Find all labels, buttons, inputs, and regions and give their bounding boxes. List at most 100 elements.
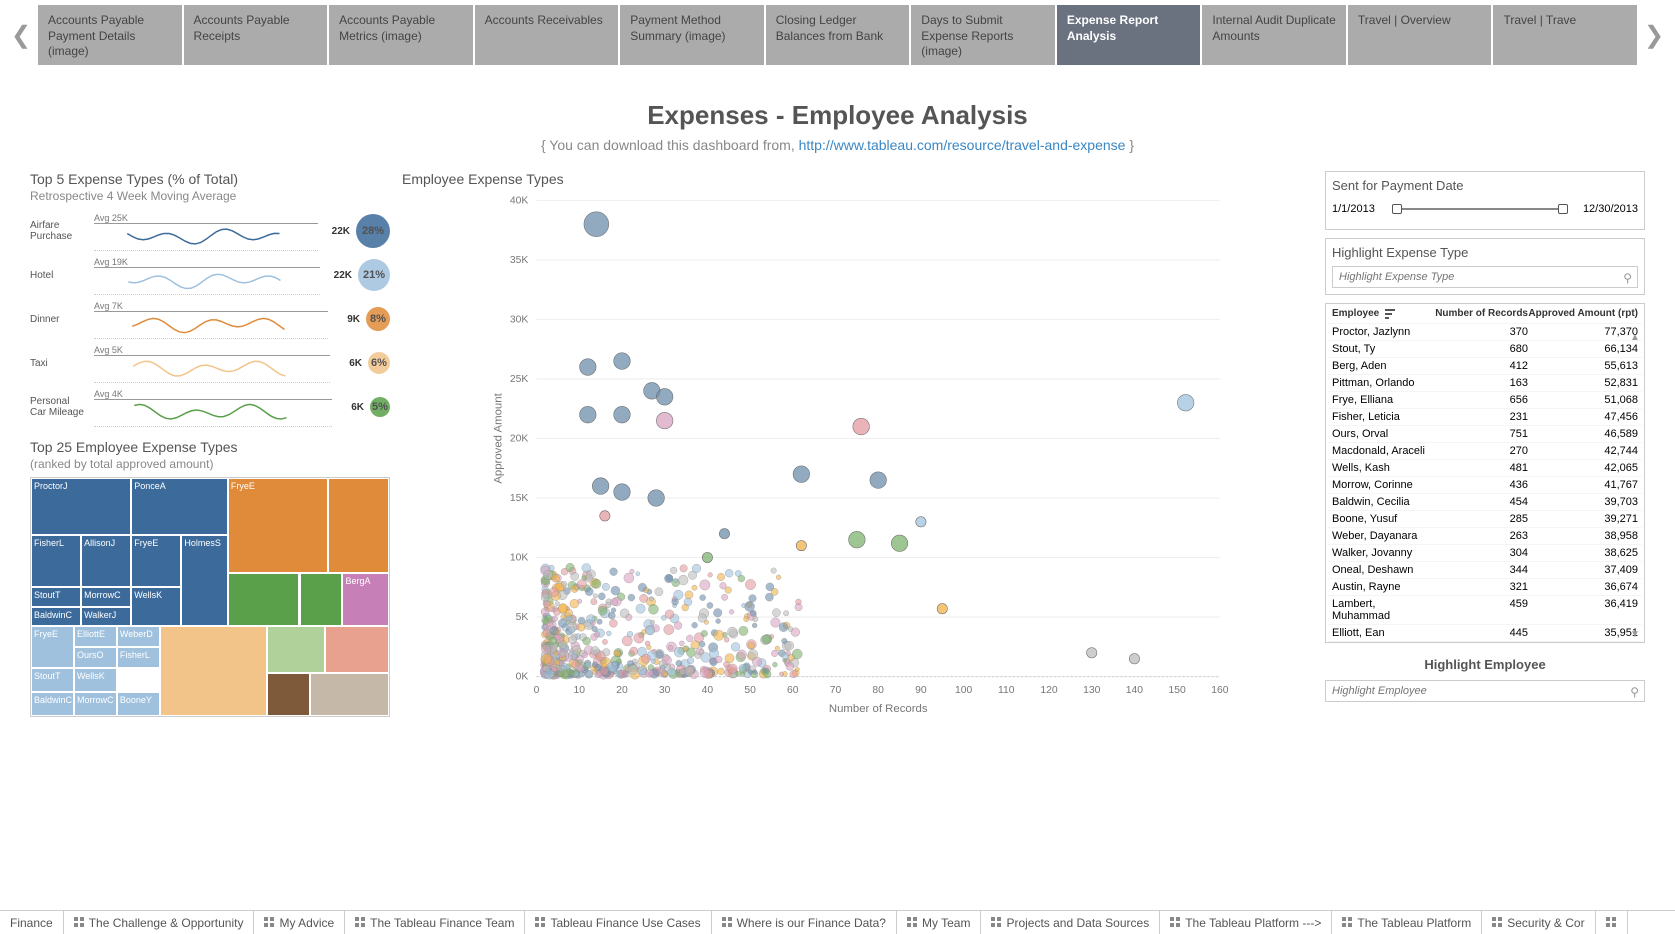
treemap-cell[interactable]: AllisonJ [81,535,131,587]
nav-tab[interactable]: Travel | Overview [1348,5,1492,65]
sparkline-row[interactable]: Dinner Avg 7K 9K 8% [30,297,390,341]
table-row[interactable]: Oneal, Deshawn34437,409 [1328,561,1642,578]
sheet-tab[interactable]: The Challenge & Opportunity [64,911,255,934]
sheet-tab[interactable]: The Tableau Platform [1332,911,1482,934]
scroll-up-icon[interactable]: ▲ [1630,332,1642,343]
treemap-cell[interactable]: MorrowC [81,587,131,606]
highlight-type-input[interactable] [1332,266,1638,288]
date-filter-title: Sent for Payment Date [1332,178,1638,193]
nav-tab[interactable]: Accounts Payable Receipts [184,5,328,65]
sheet-tab[interactable]: My Advice [254,911,345,934]
nav-tab[interactable]: Expense Report Analysis [1057,5,1201,65]
table-row[interactable]: Baldwin, Cecilia45439,703 [1328,493,1642,510]
table-row[interactable]: Stout, Ty68066,134 [1328,340,1642,357]
treemap-cell[interactable]: PonceA [131,478,228,535]
table-row[interactable]: Macdonald, Araceli27042,744 [1328,442,1642,459]
treemap-cell[interactable]: StoutT [31,587,81,606]
nav-tab[interactable]: Payment Method Summary (image) [620,5,764,65]
sparkline-row[interactable]: Personal Car Mileage Avg 4K 6K 5% [30,385,390,429]
table-row[interactable]: Elliott, Ean44535,951 [1328,624,1642,641]
sort-icon[interactable] [1385,309,1397,319]
treemap-cell[interactable]: ElliottE [74,626,117,647]
treemap-chart[interactable]: ProctorJPonceAFisherLAllisonJFryeEStoutT… [30,477,390,717]
treemap-cell[interactable]: FryeE [228,478,328,573]
sheet-tab[interactable]: Security & Cor [1482,911,1595,934]
sheet-tab[interactable]: The Tableau Platform ---> [1160,911,1332,934]
treemap-cell[interactable]: BaldwinC [31,607,81,626]
col-records[interactable]: Number of Records [1428,308,1528,319]
slider-thumb-to[interactable] [1558,204,1568,214]
treemap-cell[interactable]: FryeE [31,626,74,669]
date-slider[interactable]: 1/1/2013 12/30/2013 [1332,199,1638,219]
table-row[interactable]: Fisher, Leticia23147,456 [1328,408,1642,425]
svg-text:50: 50 [744,685,756,696]
treemap-cell[interactable]: WellsK [74,668,117,692]
highlight-emp-input[interactable] [1325,680,1645,702]
treemap-cell[interactable]: StoutT [31,668,74,692]
nav-tab[interactable]: Internal Audit Duplicate Amounts [1202,5,1346,65]
sheet-tab[interactable]: Tableau Finance Use Cases [525,911,711,934]
nav-tab[interactable]: Accounts Payable Metrics (image) [329,5,473,65]
table-row[interactable]: Frye, Elliana65651,068 [1328,391,1642,408]
nav-tab[interactable]: Accounts Receivables [475,5,619,65]
col-amount[interactable]: Approved Amount (rpt) [1528,308,1638,319]
scatter-title: Employee Expense Types [402,171,1313,187]
treemap-cell[interactable]: BergA [342,573,389,625]
table-row[interactable]: Lambert, Muhammad45936,419 [1328,595,1642,624]
table-row[interactable]: Wells, Kash48142,065 [1328,459,1642,476]
nav-tab[interactable]: Days to Submit Expense Reports (image) [911,5,1055,65]
treemap-cell[interactable]: WeberD [117,626,160,647]
download-link[interactable]: http://www.tableau.com/resource/travel-a… [799,137,1126,153]
treemap-cell[interactable] [328,478,389,573]
sheet-icon [991,917,1002,928]
nav-tab[interactable]: Travel | Trave [1493,5,1637,65]
sparkline-row[interactable]: Taxi Avg 5K 6K 6% [30,341,390,385]
sheet-tab[interactable]: Projects and Data Sources [981,911,1160,934]
treemap-cell[interactable]: FisherL [31,535,81,587]
nav-prev-arrow[interactable]: ❮ [6,5,36,65]
table-row[interactable]: Walker, Jovanny30438,625 [1328,544,1642,561]
table-row[interactable]: Weber, Dayanara26338,958 [1328,527,1642,544]
sparkline-row[interactable]: Hotel Avg 19K 22K 21% [30,253,390,297]
table-row[interactable]: Ours, Orval75146,589 [1328,425,1642,442]
treemap-cell[interactable]: OursO [74,647,117,668]
svg-text:10K: 10K [510,553,529,564]
treemap-cell[interactable]: HolmesS [181,535,228,625]
treemap-cell[interactable] [267,673,310,716]
scatter-chart[interactable]: 0K5K10K15K20K25K30K35K40K010203040506070… [402,189,1313,719]
treemap-cell[interactable]: BooneY [117,692,160,716]
table-row[interactable]: Boone, Yusuf28539,271 [1328,510,1642,527]
col-employee[interactable]: Employee [1332,308,1379,319]
treemap-cell[interactable]: WellsK [131,587,181,625]
treemap-cell[interactable] [160,626,267,716]
table-row[interactable]: Shepherd, Isaac36135,892 [1328,641,1642,642]
treemap-cell[interactable] [310,673,389,716]
table-row[interactable]: Pittman, Orlando16352,831 [1328,374,1642,391]
slider-thumb-from[interactable] [1392,204,1402,214]
table-row[interactable]: Morrow, Corinne43641,767 [1328,476,1642,493]
sheet-tab[interactable]: The Tableau Finance Team [345,911,525,934]
nav-tab[interactable]: Closing Ledger Balances from Bank [766,5,910,65]
nav-next-arrow[interactable]: ❯ [1639,5,1669,65]
sheet-tab[interactable]: Where is our Finance Data? [712,911,897,934]
treemap-cell[interactable]: BaldwinC [31,692,74,716]
treemap-cell[interactable]: FisherL [117,647,160,668]
nav-tab[interactable]: Accounts Payable Payment Details (image) [38,5,182,65]
sparkline-row[interactable]: Airfare Purchase Avg 25K 22K 28% [30,209,390,253]
treemap-cell[interactable]: FryeE [131,535,181,587]
treemap-cell[interactable] [267,626,324,674]
sheet-tab-more[interactable] [1596,911,1628,934]
sheet-tab[interactable]: My Team [897,911,981,934]
treemap-cell[interactable] [228,573,300,625]
table-row[interactable]: Austin, Rayne32136,674 [1328,578,1642,595]
sheet-tab[interactable]: Finance [0,911,64,934]
scroll-down-icon[interactable]: ▼ [1630,629,1642,640]
treemap-cell[interactable]: MorrowC [74,692,117,716]
treemap-cell[interactable]: WalkerJ [81,607,131,626]
highlight-emp-title: Highlight Employee [1325,657,1645,672]
table-row[interactable]: Proctor, Jazlynn37077,370 [1328,323,1642,340]
treemap-cell[interactable] [325,626,389,674]
treemap-cell[interactable] [300,573,343,625]
table-row[interactable]: Berg, Aden41255,613 [1328,357,1642,374]
treemap-cell[interactable]: ProctorJ [31,478,131,535]
